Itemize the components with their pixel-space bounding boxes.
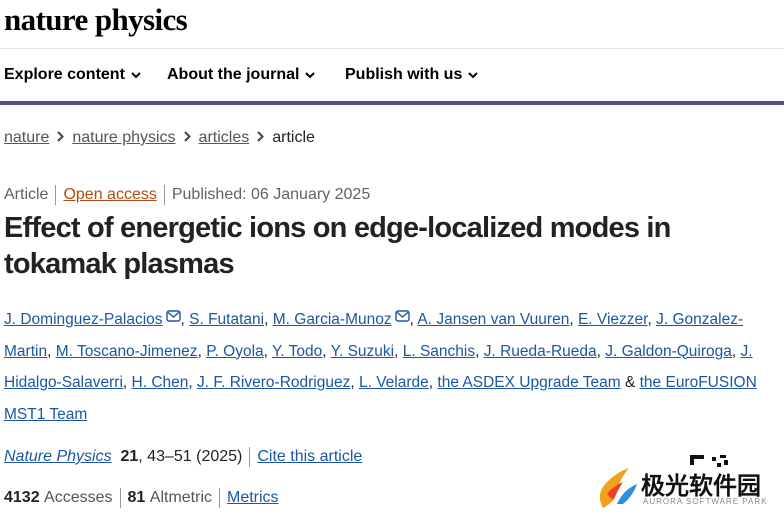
email-icon[interactable] [165,302,181,334]
watermark: 极光软件园 AURORA SOFTWARE PARK [593,462,784,513]
author-link[interactable]: E. Viezzer [578,311,648,328]
author-link[interactable]: L. Sanchis [403,343,475,360]
author-link[interactable]: S. Futatani [189,311,264,328]
divider [163,185,165,205]
author-link[interactable]: the ASDEX Upgrade Team [437,374,620,391]
divider [249,447,251,467]
nav-about-journal[interactable]: About the journal [167,66,316,84]
breadcrumb-articles[interactable]: articles [199,129,250,146]
metrics-link[interactable]: Metrics [227,489,279,506]
main-nav: Explore content About the journal Publis… [0,48,784,103]
journal-name[interactable]: Nature Physics [4,448,112,465]
article-title: Effect of energetic ions on edge-localiz… [4,212,671,280]
breadcrumb-nature[interactable]: nature [4,129,49,146]
breadcrumb-current: article [272,129,315,146]
watermark-subtext: AURORA SOFTWARE PARK [643,497,768,506]
breadcrumb: nature nature physics articles article [4,129,315,147]
accesses-count: 4132 [4,489,40,507]
author-link[interactable]: M. Garcia-Munoz [273,311,392,328]
author-link[interactable]: A. Jansen van Vuuren [417,311,569,328]
aurora-logo-icon [599,468,637,508]
divider [219,488,220,508]
nav-label: Explore content [4,66,125,84]
author-link[interactable]: J. Rueda-Rueda [484,343,597,360]
author-link[interactable]: J. Dominguez-Palacios [4,311,163,328]
author-link[interactable]: H. Chen [132,374,189,391]
article-type: Article [4,186,49,204]
nav-label: About the journal [167,66,300,84]
watermark-text: 极光软件园 [641,472,761,500]
author-list: J. Dominguez-Palacios, S. Futatani, M. G… [4,302,774,430]
chevron-down-icon [468,66,479,84]
pages: , 43–51 (2025) [138,448,243,466]
article-meta: Article Open access Published: 06 January … [4,185,370,205]
email-icon[interactable] [394,302,410,334]
accesses-label: Accesses [44,489,113,507]
nav-label: Publish with us [345,66,463,84]
divider [119,488,121,508]
breadcrumb-nature-physics[interactable]: nature physics [72,129,175,146]
chevron-right-icon [57,129,65,147]
author-link[interactable]: J. Galdon-Quiroga [605,343,732,360]
chevron-down-icon [131,66,141,84]
citation-line: Nature Physics 21, 43–51 (2025) Cite this… [4,447,362,467]
author-link[interactable]: M. Toscano-Jimenez [56,343,198,360]
site-logo[interactable]: nature physics [4,2,188,38]
chevron-right-icon [183,129,191,147]
divider [55,185,57,205]
author-link[interactable]: Y. Suzuki [331,343,394,360]
chevron-down-icon [305,66,316,84]
altmetric-count: 81 [127,489,146,507]
nav-explore-content[interactable]: Explore content [4,66,141,84]
volume: 21 [120,448,139,466]
author-link[interactable]: P. Oyola [206,343,263,360]
published-date: Published: 06 January 2025 [171,186,371,204]
author-link[interactable]: Y. Todo [272,343,322,360]
nav-publish-with-us[interactable]: Publish with us [345,66,479,84]
metrics-bar: 4132 Accesses 81 Altmetric Metrics [4,488,279,508]
nav-accent-bar [0,101,784,105]
author-link[interactable]: J. F. Rivero-Rodriguez [197,374,350,391]
open-access-link[interactable]: Open access [63,186,156,203]
author-link[interactable]: L. Velarde [359,374,429,391]
author-and: & [624,374,636,391]
chevron-right-icon [257,129,265,147]
altmetric-label: Altmetric [149,489,212,507]
cite-this-article-link[interactable]: Cite this article [257,448,362,465]
